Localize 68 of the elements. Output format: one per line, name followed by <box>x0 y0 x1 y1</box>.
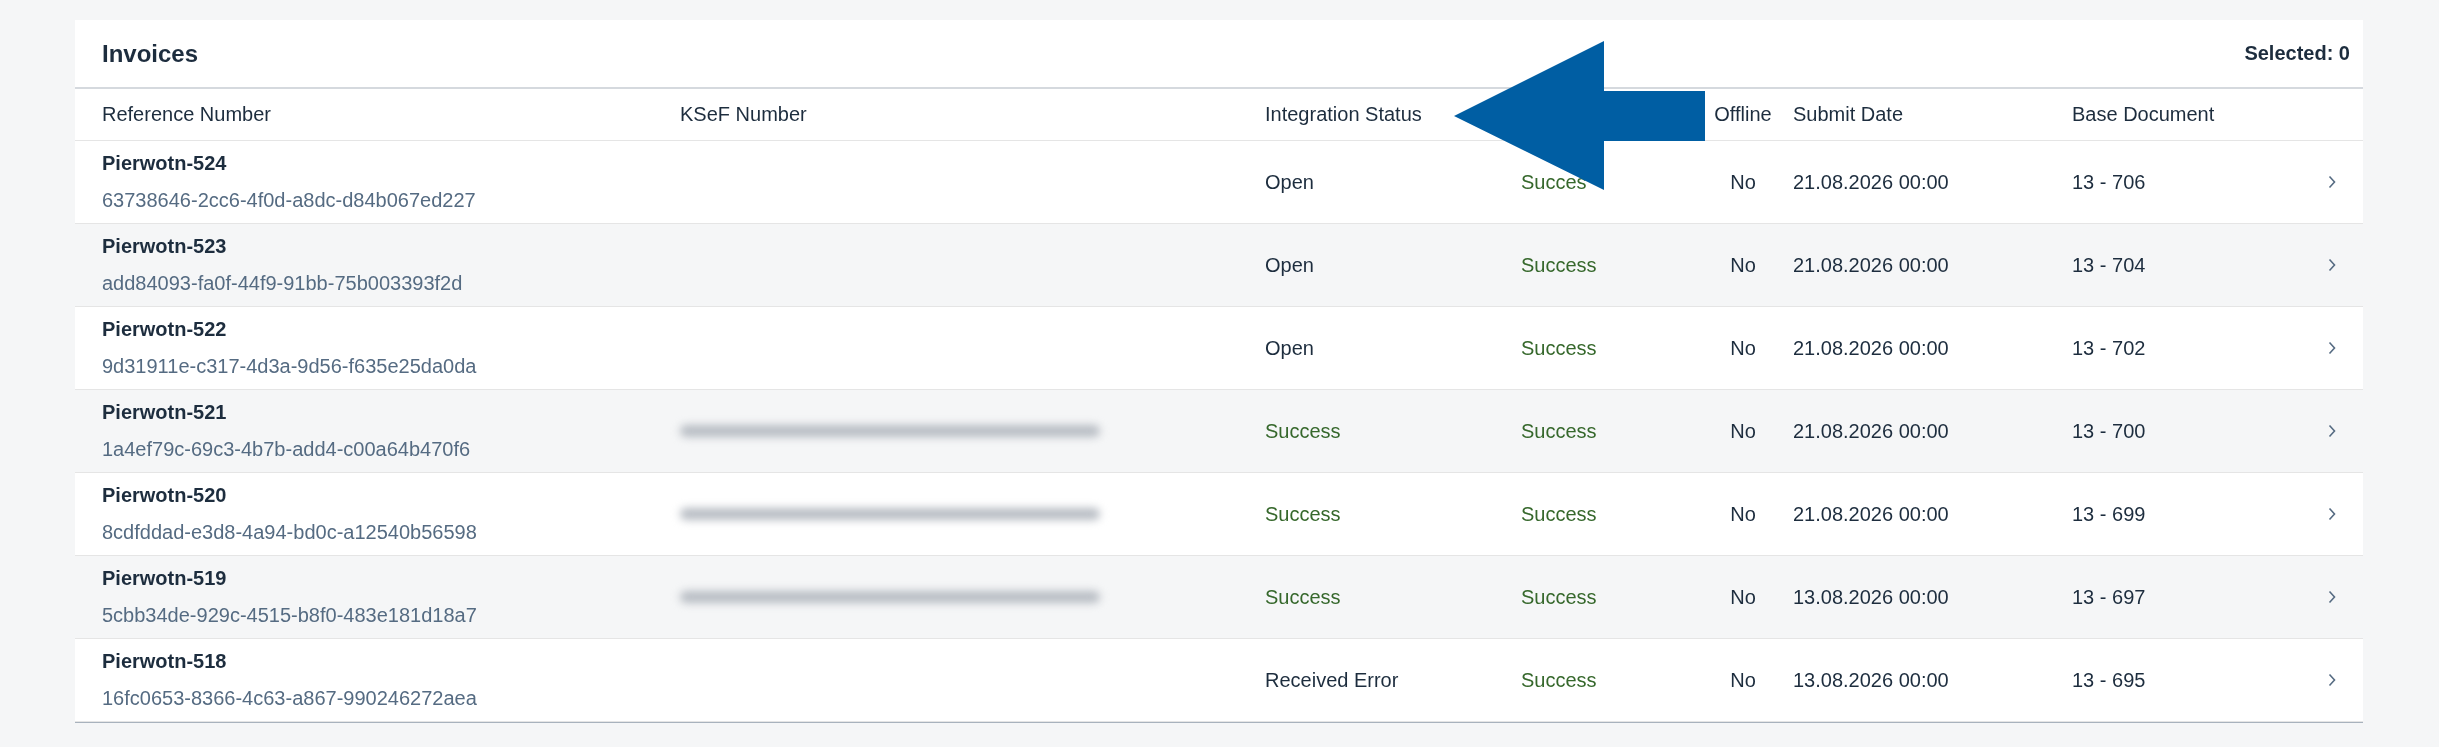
status-text: Open <box>1265 170 1314 194</box>
table-cell: 21.08.2026 00:00 <box>1793 253 1949 277</box>
column-header: Submit Date <box>1793 103 1905 126</box>
table-cell: No <box>1730 336 1756 360</box>
status-text: Success <box>1521 585 1597 609</box>
table-cell: 13 - 700 <box>2072 419 2146 443</box>
table-cell: 13 - 695 <box>2072 668 2146 692</box>
status-text: Success <box>1521 502 1597 526</box>
table-cell: 13 - 702 <box>2072 336 2146 360</box>
column-header: KSeF Number <box>680 103 808 126</box>
status-text: Succes <box>1521 170 1587 194</box>
table-cell: No <box>1730 668 1756 692</box>
chevron-right-icon[interactable] <box>2328 507 2336 521</box>
reference-id: 9d31911e-c317-4d3a-9d56-f635e25da0da <box>102 355 478 378</box>
table-cell: No <box>1730 170 1756 194</box>
table-cell: 13.08.2026 00:00 <box>1793 668 1949 692</box>
column-header: Integration Status <box>1265 103 1423 126</box>
table-cell: 13.08.2026 00:00 <box>1793 585 1949 609</box>
table-cell: 21.08.2026 00:00 <box>1793 336 1949 360</box>
table-cell: 21.08.2026 00:00 <box>1793 419 1949 443</box>
table-cell: No <box>1730 502 1756 526</box>
document-title: Pierwotn-521 <box>102 401 228 424</box>
document-title: Pierwotn-522 <box>102 318 228 341</box>
table-cell: 21.08.2026 00:00 <box>1793 502 1949 526</box>
reference-id: 63738646-2cc6-4f0d-a8dc-d84b067ed227 <box>102 189 477 212</box>
table-cell: 13 - 697 <box>2072 585 2146 609</box>
document-title: Pierwotn-523 <box>102 235 228 258</box>
table-cell: 13 - 706 <box>2072 170 2146 194</box>
chevron-right-icon[interactable] <box>2328 175 2336 189</box>
column-header: Offline <box>1714 103 1772 126</box>
status-text: Success <box>1265 502 1341 526</box>
table-row[interactable]: Pierwotn-521 1a4ef79c-69c3-4b7b-add4-c00a64b470f6 Success Success No 21.08.2026 00:00 13 - 700 <box>75 390 2363 473</box>
table-cell: 21.08.2026 00:00 <box>1793 170 1949 194</box>
column-header: Base Document <box>2072 103 2216 126</box>
table-row[interactable]: Pierwotn-523 add84093-fa0f-44f9-91bb-75b003393f2d Open Success No 21.08.2026 00:00 13 - 704 <box>75 224 2363 307</box>
chevron-right-icon[interactable] <box>2328 424 2336 438</box>
status-text: Success <box>1521 336 1597 360</box>
status-text: Success <box>1521 668 1597 692</box>
column-header: Reference Number <box>102 103 272 126</box>
table-cell: No <box>1730 585 1756 609</box>
document-title: Pierwotn-524 <box>102 152 228 175</box>
chevron-right-icon[interactable] <box>2328 673 2336 687</box>
selection-count: Selected: 0 <box>2244 42 2350 65</box>
reference-id: 8cdfddad-e3d8-4a94-bd0c-a12540b56598 <box>102 521 478 544</box>
status-text: Received Error <box>1265 668 1399 692</box>
reference-id: 16fc0653-8366-4c63-a867-990246272aea <box>102 687 478 710</box>
arrow-icon <box>1454 41 1706 191</box>
table-cell: 13 - 699 <box>2072 502 2146 526</box>
reference-id: 1a4ef79c-69c3-4b7b-add4-c00a64b470f6 <box>102 438 472 461</box>
panel-title: Invoices <box>102 39 199 68</box>
table-cell: No <box>1730 419 1756 443</box>
reference-id: 5cbb34de-929c-4515-b8f0-483e181d18a7 <box>102 604 478 627</box>
document-title: Pierwotn-519 <box>102 567 228 590</box>
status-text: Open <box>1265 253 1314 277</box>
reference-id: add84093-fa0f-44f9-91bb-75b003393f2d <box>102 272 464 295</box>
table-row[interactable]: Pierwotn-519 5cbb34de-929c-4515-b8f0-483e181d18a7 Success Success No 13.08.2026 00:00 13 - 697 <box>75 556 2363 639</box>
document-title: Pierwotn-518 <box>102 650 228 673</box>
chevron-right-icon[interactable] <box>2328 590 2336 604</box>
status-text: Open <box>1265 336 1314 360</box>
status-text: Success <box>1521 253 1597 277</box>
table-cell: 13 - 704 <box>2072 253 2146 277</box>
chevron-right-icon[interactable] <box>2328 258 2336 272</box>
table-cell: No <box>1730 253 1756 277</box>
status-text: Success <box>1521 419 1597 443</box>
document-title: Pierwotn-520 <box>102 484 228 507</box>
status-text: Success <box>1265 419 1341 443</box>
chevron-right-icon[interactable] <box>2328 341 2336 355</box>
status-text: Success <box>1265 585 1341 609</box>
